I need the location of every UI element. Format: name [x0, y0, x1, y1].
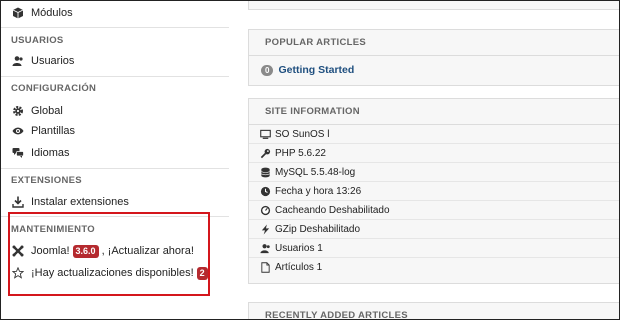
site-information-panel: SITE INFORMATION SO SunOS l PHP 5.6.22 M… [248, 98, 620, 284]
divider [1, 27, 229, 28]
sidebar-item-label: Idiomas [31, 147, 70, 159]
list-item: MySQL 5.5.48-log [249, 163, 620, 182]
database-icon [259, 166, 271, 178]
file-icon [259, 262, 271, 274]
monitor-icon [259, 128, 271, 140]
list-item: Fecha y hora 13:26 [249, 182, 620, 201]
list-item: SO SunOS l [249, 125, 620, 144]
cube-icon [11, 6, 25, 20]
download-icon [11, 195, 25, 209]
sidebar-item-label: Plantillas [31, 125, 76, 137]
os-value: SO SunOS l [275, 128, 330, 140]
cache-value: Cacheando Deshabilitado [275, 204, 390, 216]
users-icon [259, 242, 271, 254]
section-heading-users: USUARIOS [11, 35, 64, 46]
sidebar-item-label: Usuarios [31, 55, 75, 67]
panel-title: SITE INFORMATION [249, 99, 620, 125]
users-icon [11, 54, 25, 68]
hits-badge: 0 [261, 64, 274, 76]
divider [1, 168, 229, 169]
divider [1, 76, 229, 77]
php-value: PHP 5.6.22 [275, 147, 326, 159]
users-value: Usuarios 1 [275, 242, 323, 254]
eye-icon [11, 124, 25, 138]
dashboard-icon [259, 204, 271, 216]
popular-articles-panel: POPULAR ARTICLES 0 Getting Started [248, 29, 620, 86]
sidebar-item-label: Global [31, 105, 63, 117]
recently-added-panel: RECENTLY ADDED ARTICLES [248, 302, 620, 320]
sidebar-item-modulos[interactable]: Módulos [11, 4, 73, 22]
section-heading-extensions: EXTENSIONES [11, 175, 82, 186]
panel-title: POPULAR ARTICLES [249, 30, 620, 56]
top-panel-fragment [248, 0, 620, 10]
list-item: Artículos 1 [249, 258, 620, 277]
list-item: Cacheando Deshabilitado [249, 201, 620, 220]
list-item: GZip Deshabilitado [249, 220, 620, 239]
datetime-value: Fecha y hora 13:26 [275, 185, 362, 197]
sidebar-item-install[interactable]: Instalar extensiones [11, 193, 129, 211]
sidebar-item-label: Módulos [31, 7, 73, 19]
gear-icon [11, 104, 25, 118]
sidebar-item-users[interactable]: Usuarios [11, 52, 74, 70]
list-item: PHP 5.6.22 [249, 144, 620, 163]
comments-icon [11, 146, 25, 160]
sidebar-item-global[interactable]: Global [11, 102, 63, 120]
list-item: 0 Getting Started [249, 56, 620, 84]
sidebar: Módulos USUARIOS Usuarios CONFIGURACIÓN … [1, 0, 229, 319]
article-link[interactable]: Getting Started [278, 64, 354, 76]
list-item: Usuarios 1 [249, 239, 620, 258]
sidebar-item-languages[interactable]: Idiomas [11, 144, 70, 162]
panel-title: RECENTLY ADDED ARTICLES [265, 310, 408, 320]
mysql-value: MySQL 5.5.48-log [275, 166, 356, 178]
section-heading-config: CONFIGURACIÓN [11, 83, 97, 94]
maintenance-highlight-box [8, 212, 210, 296]
articles-value: Artículos 1 [275, 262, 323, 273]
sidebar-item-templates[interactable]: Plantillas [11, 122, 75, 140]
gzip-value: GZip Deshabilitado [275, 223, 361, 235]
bolt-icon [259, 223, 271, 235]
key-icon [259, 147, 271, 159]
sidebar-item-label: Instalar extensiones [31, 196, 129, 208]
clock-icon [259, 185, 271, 197]
